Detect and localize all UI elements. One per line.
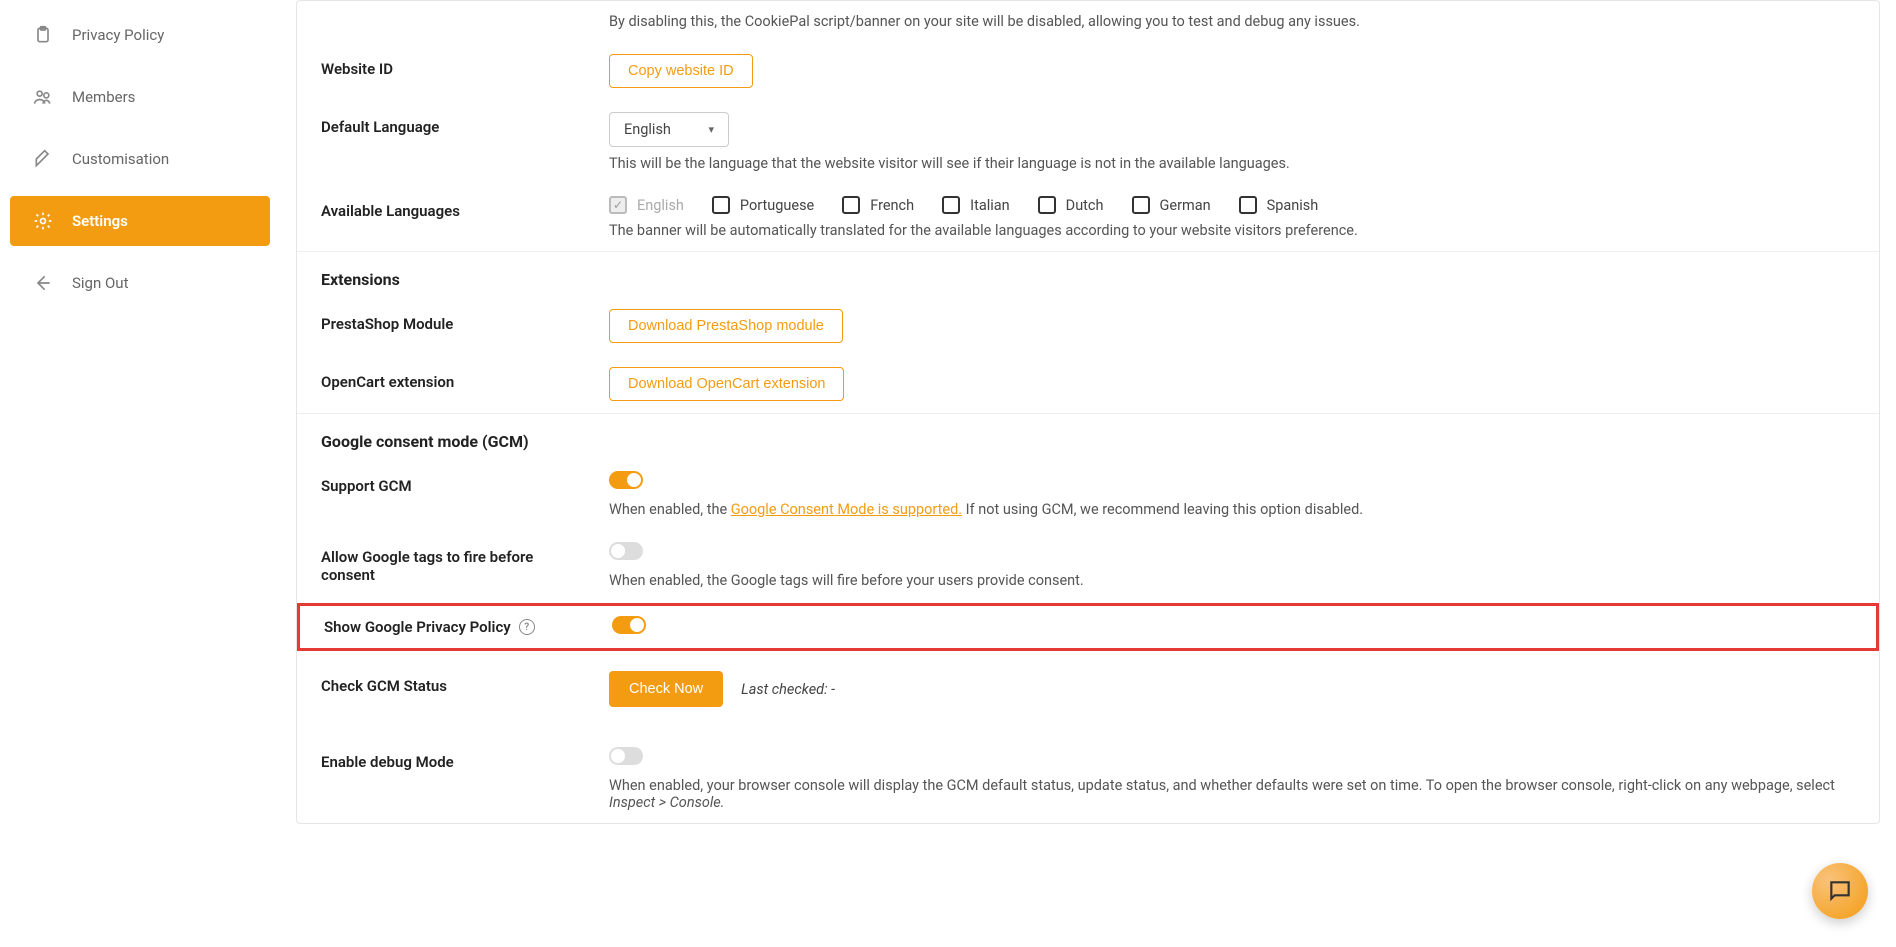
checkbox-icon (1239, 196, 1257, 214)
lang-italian-checkbox[interactable]: Italian (942, 196, 1010, 214)
allow-fire-label: Allow Google tags to fire before consent (321, 542, 589, 584)
signout-icon (32, 272, 54, 294)
chevron-down-icon: ▾ (708, 123, 714, 136)
checkbox-icon (842, 196, 860, 214)
select-value: English (624, 121, 671, 138)
brush-icon (32, 148, 54, 170)
show-google-policy-highlight: Show Google Privacy Policy ? (297, 603, 1879, 651)
checkbox-icon (609, 196, 627, 214)
debug-mode-toggle[interactable] (609, 747, 643, 765)
download-opencart-button[interactable]: Download OpenCart extension (609, 367, 844, 401)
copy-website-id-button[interactable]: Copy website ID (609, 54, 753, 88)
sidebar-item-signout[interactable]: Sign Out (10, 258, 270, 308)
gear-icon (32, 210, 54, 232)
check-gcm-status-label: Check GCM Status (321, 671, 589, 695)
sidebar: Privacy Policy Members Customisation Set… (0, 0, 280, 947)
allow-fire-toggle[interactable] (609, 542, 643, 560)
prestashop-label: PrestaShop Module (321, 309, 589, 333)
checkbox-label: German (1160, 197, 1211, 214)
default-language-label: Default Language (321, 112, 589, 136)
debug-mode-help: When enabled, your browser console will … (609, 777, 1855, 811)
lang-portuguese-checkbox[interactable]: Portuguese (712, 196, 814, 214)
checkbox-label: Portuguese (740, 197, 814, 214)
default-language-help: This will be the language that the websi… (609, 155, 1855, 172)
chat-icon (1827, 878, 1853, 904)
checkbox-label: English (637, 197, 684, 214)
lang-german-checkbox[interactable]: German (1132, 196, 1211, 214)
sidebar-item-label: Privacy Policy (72, 26, 164, 44)
settings-panel: By disabling this, the CookiePal script/… (296, 0, 1880, 824)
disable-help-text: By disabling this, the CookiePal script/… (609, 13, 1855, 30)
sidebar-item-customisation[interactable]: Customisation (10, 134, 270, 184)
info-icon[interactable]: ? (519, 619, 535, 635)
checkbox-label: Italian (970, 197, 1010, 214)
default-language-select[interactable]: English ▾ (609, 112, 729, 147)
sidebar-item-members[interactable]: Members (10, 72, 270, 122)
gcm-heading: Google consent mode (GCM) (297, 414, 1879, 459)
main-content: By disabling this, the CookiePal script/… (280, 0, 1896, 947)
available-languages-label: Available Languages (321, 196, 589, 220)
sidebar-item-label: Customisation (72, 150, 169, 168)
lang-english-checkbox: English (609, 196, 684, 214)
checkbox-icon (942, 196, 960, 214)
checkbox-icon (1038, 196, 1056, 214)
support-gcm-help: When enabled, the Google Consent Mode is… (609, 501, 1855, 518)
download-prestashop-button[interactable]: Download PrestaShop module (609, 309, 843, 343)
sidebar-item-label: Settings (72, 212, 128, 230)
lang-spanish-checkbox[interactable]: Spanish (1239, 196, 1319, 214)
sidebar-item-label: Sign Out (72, 274, 128, 292)
sidebar-item-privacy-policy[interactable]: Privacy Policy (10, 10, 270, 60)
sidebar-item-settings[interactable]: Settings (10, 196, 270, 246)
available-languages-help: The banner will be automatically transla… (609, 222, 1855, 239)
checkbox-icon (1132, 196, 1150, 214)
gcm-support-link[interactable]: Google Consent Mode is supported. (731, 501, 962, 518)
checkbox-label: Dutch (1066, 197, 1104, 214)
sidebar-item-label: Members (72, 88, 135, 106)
extensions-heading: Extensions (297, 252, 1879, 297)
check-now-button[interactable]: Check Now (609, 671, 723, 707)
checkbox-label: Spanish (1267, 197, 1319, 214)
allow-fire-help: When enabled, the Google tags will fire … (609, 572, 1855, 589)
checkbox-label: French (870, 197, 914, 214)
show-google-policy-label: Show Google Privacy Policy (324, 618, 511, 636)
chat-widget-button[interactable] (1812, 863, 1868, 919)
debug-mode-label: Enable debug Mode (321, 747, 589, 771)
website-id-label: Website ID (321, 54, 589, 78)
lang-dutch-checkbox[interactable]: Dutch (1038, 196, 1104, 214)
support-gcm-label: Support GCM (321, 471, 589, 495)
last-checked-text: Last checked: - (741, 681, 835, 698)
clipboard-icon (32, 24, 54, 46)
users-icon (32, 86, 54, 108)
opencart-label: OpenCart extension (321, 367, 589, 391)
checkbox-icon (712, 196, 730, 214)
show-google-policy-toggle[interactable] (612, 616, 646, 634)
languages-checkbox-row: English Portuguese French Italian (609, 196, 1855, 214)
lang-french-checkbox[interactable]: French (842, 196, 914, 214)
support-gcm-toggle[interactable] (609, 471, 643, 489)
